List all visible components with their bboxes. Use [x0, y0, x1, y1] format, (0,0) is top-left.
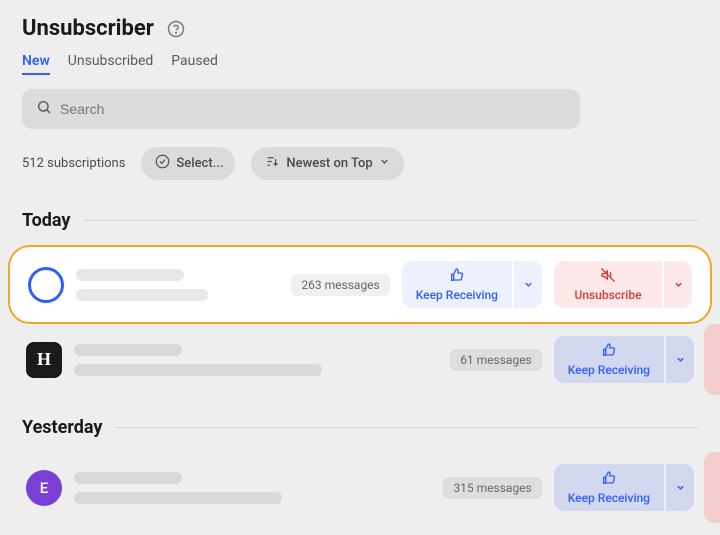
page-title: Unsubscriber [22, 16, 154, 41]
search-bar[interactable] [22, 89, 580, 129]
unsubscribe-group: Unsubscribe [554, 261, 692, 308]
check-circle-icon [155, 154, 170, 173]
item-text-skeleton [76, 269, 279, 301]
item-text-skeleton [74, 472, 431, 504]
thumbs-up-icon [601, 342, 617, 361]
keep-receiving-button[interactable]: Keep Receiving [554, 464, 664, 511]
header: Unsubscriber [22, 16, 698, 41]
tabs-row: New Unsubscribed Paused [22, 53, 698, 75]
keep-receiving-button[interactable]: Keep Receiving [554, 336, 664, 383]
search-input[interactable] [60, 101, 566, 117]
divider [114, 427, 698, 428]
sort-icon [265, 154, 280, 173]
keep-receiving-label: Keep Receiving [568, 491, 650, 505]
tab-unsubscribed[interactable]: Unsubscribed [68, 53, 154, 75]
tab-paused[interactable]: Paused [171, 53, 218, 75]
item-text-skeleton [74, 344, 438, 376]
list-item-highlighted[interactable]: 263 messages Keep Receiving Unsubscribe [8, 245, 712, 324]
message-count: 315 messages [443, 477, 541, 499]
avatar-circle: E [26, 470, 62, 506]
keep-receiving-group: Keep Receiving [554, 464, 694, 511]
avatar-square: H [26, 342, 62, 378]
unsubscribe-label: Unsubscribe [574, 288, 641, 302]
list-item[interactable]: E 315 messages Keep Receiving [22, 452, 698, 523]
tab-new[interactable]: New [22, 53, 50, 75]
search-icon [36, 99, 52, 119]
subscription-count: 512 subscriptions [22, 156, 125, 171]
sort-button[interactable]: Newest on Top [251, 147, 403, 180]
unsubscribe-button-partial[interactable] [704, 452, 720, 523]
section-yesterday: Yesterday [22, 417, 698, 438]
megaphone-off-icon [600, 267, 616, 286]
message-count: 61 messages [450, 349, 542, 371]
chevron-down-icon [379, 156, 390, 171]
keep-receiving-group: Keep Receiving [554, 336, 694, 383]
section-title-today: Today [22, 210, 71, 231]
divider [83, 220, 699, 221]
keep-receiving-label: Keep Receiving [568, 363, 650, 377]
keep-receiving-button[interactable]: Keep Receiving [402, 261, 512, 308]
select-label: Select... [176, 156, 223, 171]
keep-receiving-dropdown[interactable] [514, 261, 542, 308]
list-item[interactable]: H 61 messages Keep Receiving [22, 324, 698, 395]
thumbs-up-icon [601, 470, 617, 489]
keep-receiving-dropdown[interactable] [666, 464, 694, 511]
unsubscribe-button-partial[interactable] [704, 324, 720, 395]
keep-receiving-dropdown[interactable] [666, 336, 694, 383]
section-today: Today [22, 210, 698, 231]
avatar-ring [28, 267, 64, 303]
thumbs-up-icon [449, 267, 465, 286]
section-title-yesterday: Yesterday [22, 417, 102, 438]
unsubscribe-button[interactable]: Unsubscribe [554, 261, 662, 308]
sort-label: Newest on Top [286, 156, 372, 171]
message-count: 263 messages [291, 274, 389, 296]
unsubscribe-dropdown[interactable] [664, 261, 692, 308]
controls-row: 512 subscriptions Select... Newest on To… [22, 147, 698, 180]
keep-receiving-group: Keep Receiving [402, 261, 542, 308]
help-icon[interactable] [166, 19, 186, 39]
select-button[interactable]: Select... [141, 147, 235, 180]
keep-receiving-label: Keep Receiving [416, 288, 498, 302]
